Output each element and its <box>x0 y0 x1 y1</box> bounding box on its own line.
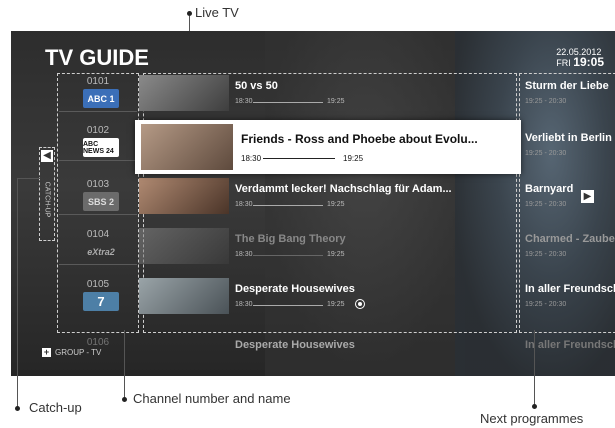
programme-end: 19:25 <box>327 251 345 258</box>
channel-logo: ABC NEWS 24 <box>83 138 119 157</box>
day: FRI <box>556 58 571 68</box>
channel-callout-line <box>124 330 125 398</box>
catch-up-label: CATCH-UP <box>43 181 51 218</box>
catch-up-callout-hline <box>17 178 40 179</box>
programme-end: 19:25 <box>327 98 345 105</box>
guide-title: TV GUIDE <box>45 45 149 70</box>
programme-end: 19:25 <box>327 201 345 208</box>
programme-row-0105[interactable]: Desperate Housewives 18:30 19:25 <box>135 277 521 315</box>
next-programme-0104[interactable]: Charmed - Zauberhafte 19:25 - 20:30 <box>521 227 615 265</box>
plus-icon[interactable]: + <box>42 348 51 358</box>
chevron-right-icon[interactable]: ▶ <box>581 190 594 203</box>
next-title: Sturm der Liebe <box>525 80 609 92</box>
date-time: 22.05.2012 FRI 19:05 <box>556 47 604 68</box>
programme-title: Desperate Housewives <box>235 339 355 351</box>
programme-title: Desperate Housewives <box>235 283 355 295</box>
programme-progress-bar <box>253 102 323 103</box>
next-title: In aller Freundschaft <box>525 283 615 295</box>
programme-start: 18:30 <box>235 201 253 208</box>
programme-row-0102-focused[interactable]: Friends - Ross and Phoebe about Evolu...… <box>135 120 521 174</box>
next-callout-dot <box>532 404 537 409</box>
channel-0105[interactable]: 0105 7 <box>59 277 137 315</box>
programme-title: The Big Bang Theory <box>235 233 346 245</box>
next-programme-0101[interactable]: Sturm der Liebe 19:25 - 20:30 <box>521 74 615 112</box>
next-programme-0103[interactable]: Barnyard 19:25 - 20:30 <box>521 177 615 215</box>
channel-number: 0105 <box>86 279 110 290</box>
row-divider <box>59 214 137 215</box>
next-title: In aller Freundschaft <box>525 339 615 351</box>
programme-thumbnail <box>139 75 229 111</box>
next-title: Verliebt in Berlin <box>525 132 612 144</box>
programme-thumbnail <box>139 178 229 214</box>
programme-thumbnail <box>141 124 233 170</box>
programme-row-0103[interactable]: Verdammt lecker! Nachschlag für Adam... … <box>135 177 521 215</box>
next-programme-0106[interactable]: In aller Freundschaft <box>521 333 615 371</box>
catch-up-callout-line <box>17 178 18 408</box>
channel-callout: Channel number and name <box>133 391 291 406</box>
programme-end: 19:25 <box>327 301 345 308</box>
channel-logo: SBS 2 <box>83 192 119 211</box>
catch-up-tab[interactable]: ◀ CATCH-UP <box>39 147 55 241</box>
channel-logo: ABC 1 <box>83 89 119 108</box>
programme-title: Friends - Ross and Phoebe about Evolu... <box>241 132 478 146</box>
programme-progress-bar <box>253 305 323 306</box>
next-callout: Next programmes <box>480 411 584 426</box>
channel-0102[interactable]: 0102 ABC NEWS 24 <box>59 123 137 161</box>
channel-logo: eXtra2 <box>87 246 115 257</box>
programme-row-0101[interactable]: 50 vs 50 18:30 19:25 <box>135 74 521 112</box>
channel-0103[interactable]: 0103 SBS 2 <box>59 177 137 215</box>
next-callout-line <box>534 330 535 406</box>
programme-thumbnail <box>139 228 229 264</box>
row-divider <box>59 264 137 265</box>
channel-number: 0102 <box>86 125 110 136</box>
catch-up-callout-dot <box>15 406 20 411</box>
next-programme-0105[interactable]: In aller Freundschaft 19:25 - 20:30 <box>521 277 615 315</box>
channel-number: 0101 <box>86 76 110 87</box>
next-time: 19:25 - 20:30 <box>525 201 567 208</box>
next-time: 19:25 - 20:30 <box>525 150 567 157</box>
programme-start: 18:30 <box>235 251 253 258</box>
record-icon[interactable] <box>355 299 365 309</box>
programme-progress-bar <box>253 255 323 256</box>
channel-number: 0106 <box>86 337 110 348</box>
channel-callout-dot <box>122 397 127 402</box>
programme-title: 50 vs 50 <box>235 80 278 92</box>
tv-guide-screen: TV GUIDE 22.05.2012 FRI 19:05 0101 ABC 1… <box>11 31 615 376</box>
group-selector[interactable]: + GROUP - TV <box>42 348 102 358</box>
programme-title: Verdammt lecker! Nachschlag für Adam... <box>235 183 452 195</box>
next-time: 19:25 - 20:30 <box>525 98 567 105</box>
channel-number: 0103 <box>86 179 110 190</box>
programme-row-0104[interactable]: The Big Bang Theory 18:30 19:25 <box>135 227 521 265</box>
catch-up-callout: Catch-up <box>29 400 82 415</box>
programme-progress-bar <box>253 205 323 206</box>
next-time: 19:25 - 20:30 <box>525 301 567 308</box>
programme-thumbnail <box>139 278 229 314</box>
row-divider <box>59 111 137 112</box>
next-title: Barnyard <box>525 183 574 195</box>
live-tv-callout: Live TV <box>195 5 239 20</box>
programme-progress-bar <box>263 158 335 159</box>
programme-start: 18:30 <box>241 154 262 163</box>
channel-0104[interactable]: 0104 eXtra2 <box>59 227 137 265</box>
next-time: 19:25 - 20:30 <box>525 251 567 258</box>
group-label: GROUP - TV <box>55 348 102 357</box>
programme-start: 18:30 <box>235 98 253 105</box>
programme-row-0106[interactable]: Desperate Housewives <box>135 333 521 371</box>
row-divider <box>59 160 137 161</box>
next-title: Charmed - Zauberhafte <box>525 233 615 245</box>
next-programme-0102[interactable]: Verliebt in Berlin 19:25 - 20:30 <box>521 126 615 164</box>
programme-end: 19:25 <box>343 154 364 163</box>
channel-logo: 7 <box>83 292 119 311</box>
programme-start: 18:30 <box>235 301 253 308</box>
channel-number: 0104 <box>86 229 110 240</box>
channel-0101[interactable]: 0101 ABC 1 <box>59 74 137 112</box>
chevron-left-icon[interactable]: ◀ <box>41 150 53 162</box>
clock: 19:05 <box>573 55 604 69</box>
